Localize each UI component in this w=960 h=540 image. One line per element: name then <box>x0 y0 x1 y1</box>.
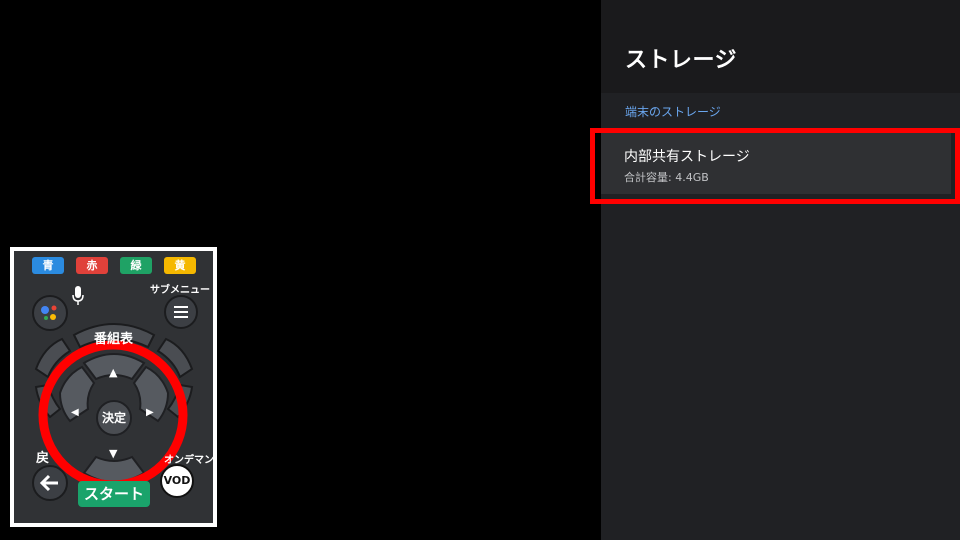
dpad-right-button[interactable]: ▶ <box>146 407 154 418</box>
screen: ストレージ 端末のストレージ 内部共有ストレージ 合計容量: 4.4GB 青 赤… <box>0 0 960 540</box>
storage-item-name: 内部共有ストレージ <box>624 149 750 165</box>
back-button[interactable] <box>32 465 68 501</box>
back-label: 戻 <box>36 451 50 466</box>
section-label-device-storage: 端末のストレージ <box>625 105 721 119</box>
back-arrow-icon <box>39 474 58 492</box>
remote-control: 青 赤 緑 黄 サブメニュー 番組表 ▲ ▼ ◀ ▶ 決定 戻 オンデマン スタ… <box>14 251 213 523</box>
storage-settings-panel: ストレージ 端末のストレージ 内部共有ストレージ 合計容量: 4.4GB <box>601 0 960 540</box>
dpad-down-button[interactable]: ▼ <box>109 447 117 460</box>
dpad-up-button[interactable]: ▲ <box>109 366 117 379</box>
internal-storage-item[interactable]: 内部共有ストレージ 合計容量: 4.4GB <box>601 131 951 194</box>
program-guide-label: 番組表 <box>94 332 134 347</box>
remote-inset-frame: 青 赤 緑 黄 サブメニュー 番組表 ▲ ▼ ◀ ▶ 決定 戻 オンデマン スタ… <box>10 247 217 527</box>
storage-item-capacity: 合計容量: 4.4GB <box>624 171 709 184</box>
vod-button[interactable]: VOD <box>160 464 194 498</box>
panel-header: ストレージ <box>601 0 960 93</box>
start-button[interactable]: スタート <box>78 481 150 507</box>
dpad-left-button[interactable]: ◀ <box>71 407 79 418</box>
panel-title: ストレージ <box>625 48 738 73</box>
enter-button[interactable]: 決定 <box>96 400 132 436</box>
